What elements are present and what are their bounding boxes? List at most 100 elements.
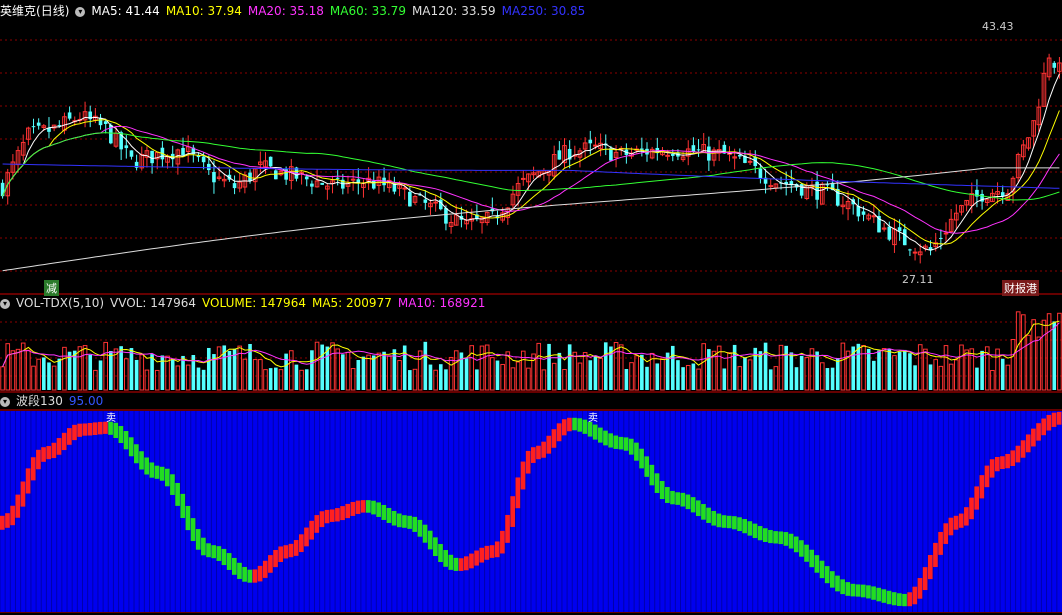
wave-segment xyxy=(0,515,5,530)
wave-segment xyxy=(443,550,448,567)
wave-segment xyxy=(30,457,36,481)
wave-segment xyxy=(809,549,815,568)
candle-body xyxy=(36,122,41,126)
volume-bar xyxy=(453,350,459,391)
wave-segment xyxy=(762,528,768,542)
volume-bar xyxy=(484,344,490,391)
candle-body xyxy=(310,183,314,187)
candle-body xyxy=(691,145,696,152)
wave-segment xyxy=(943,523,949,544)
wave-segment xyxy=(304,527,309,547)
volume-bar xyxy=(732,344,737,390)
volume-bar xyxy=(825,368,830,390)
wave-segment xyxy=(489,545,495,558)
volume-bar xyxy=(784,345,788,390)
volume-bar xyxy=(62,346,67,391)
volume-bar xyxy=(376,352,382,391)
wave-segment xyxy=(701,504,706,520)
volume-bar xyxy=(681,367,685,390)
wave-segment xyxy=(417,519,423,537)
volume-bar xyxy=(325,346,330,390)
volume-bar xyxy=(948,363,954,391)
wave-segment xyxy=(72,424,77,441)
ma20-line xyxy=(2,126,1060,234)
volume-bar xyxy=(655,363,660,390)
wave-segment xyxy=(598,427,603,443)
volume-bar xyxy=(196,367,201,390)
candle-body xyxy=(747,160,753,163)
volume-bar xyxy=(1052,321,1057,390)
wave-segment xyxy=(206,543,211,558)
wave-segment xyxy=(293,540,299,556)
volume-bar xyxy=(990,369,995,391)
volume-bar xyxy=(356,360,361,390)
volume-bar xyxy=(31,365,36,391)
wave-segment xyxy=(427,530,433,550)
volume-bar xyxy=(685,364,691,391)
wave-segment xyxy=(515,477,521,509)
volume-bar xyxy=(417,350,423,391)
volume-bar xyxy=(707,349,711,390)
wave-segment xyxy=(247,569,253,583)
volume-bar xyxy=(500,363,505,391)
wave-segment xyxy=(608,433,613,448)
high-price-label: 43.43 xyxy=(982,20,1014,33)
wave-segment xyxy=(175,482,180,506)
wave-segment xyxy=(603,430,608,446)
wave-segment xyxy=(366,500,371,513)
candle-body xyxy=(232,183,237,189)
wave-segment xyxy=(438,544,443,563)
wave-segment xyxy=(525,450,531,474)
volume-bar xyxy=(660,358,665,391)
wave-segment xyxy=(799,540,804,557)
wave-segment xyxy=(561,419,567,436)
wave-segment xyxy=(690,497,696,513)
wave-segment xyxy=(933,542,938,567)
wave-segment xyxy=(329,509,335,522)
wave-segment xyxy=(283,545,289,559)
wave-segment xyxy=(381,504,387,520)
volume-bar xyxy=(386,355,392,391)
wave-segment xyxy=(25,468,31,494)
wave-segment xyxy=(835,575,840,592)
volume-bar xyxy=(887,349,892,390)
wave-segment xyxy=(531,447,536,463)
candle-body xyxy=(737,155,742,157)
event-label-right-text2: 港 xyxy=(1026,282,1037,295)
volume-bar xyxy=(412,368,418,391)
wave-segment xyxy=(391,510,397,526)
wave-segment xyxy=(402,515,407,528)
volume-bar xyxy=(268,368,273,390)
candle-body xyxy=(150,150,154,164)
volume-bar xyxy=(335,348,340,391)
wave-segment xyxy=(82,423,88,436)
candle-body xyxy=(902,229,907,246)
wave-segment xyxy=(830,571,835,588)
volume-bar xyxy=(150,354,154,390)
volume-bar xyxy=(479,345,485,391)
wave-segment xyxy=(726,515,732,529)
wave-segment xyxy=(237,562,242,579)
wave-segment xyxy=(226,553,232,570)
candle-body xyxy=(593,144,598,147)
wave-segment xyxy=(360,500,366,513)
volume-bar xyxy=(98,360,103,390)
volume-bar xyxy=(428,364,433,390)
candle-body xyxy=(768,185,774,188)
volume-bar xyxy=(15,348,21,391)
stock-chart-svg[interactable] xyxy=(0,0,1062,615)
candle-body xyxy=(201,156,206,163)
volume-bar xyxy=(371,355,376,390)
volume-bar xyxy=(980,350,984,390)
wave-segment xyxy=(273,549,278,568)
wave-segment xyxy=(618,436,624,450)
volume-bar xyxy=(804,356,810,391)
wave-segment xyxy=(964,507,969,526)
candle-body xyxy=(520,177,526,180)
volume-bar xyxy=(227,350,232,390)
volume-bar xyxy=(902,349,907,390)
volume-bar xyxy=(314,341,320,391)
volume-bar xyxy=(840,342,846,391)
wave-segment xyxy=(422,524,428,543)
wave-segment xyxy=(546,435,552,454)
